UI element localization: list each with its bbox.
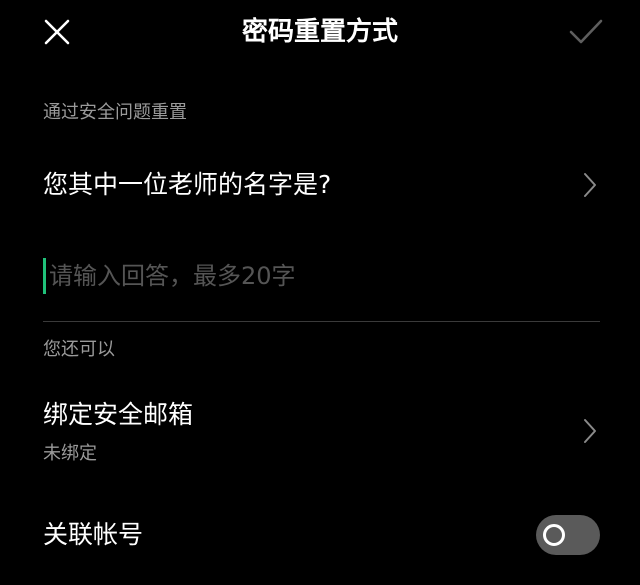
divider	[43, 321, 600, 322]
alternatives-section-label: 您还可以	[43, 339, 115, 360]
check-icon	[569, 19, 603, 44]
chevron-right-icon	[580, 416, 600, 446]
linked-account-toggle[interactable]	[536, 515, 600, 555]
answer-field[interactable]	[43, 252, 600, 300]
linked-account-title: 关联帐号	[43, 520, 144, 549]
bind-email-row[interactable]: 绑定安全邮箱 未绑定	[0, 392, 640, 472]
answer-input[interactable]	[49, 252, 589, 300]
confirm-button[interactable]	[566, 12, 606, 52]
security-question-row[interactable]: 您其中一位老师的名字是?	[0, 160, 640, 210]
bind-email-status: 未绑定	[43, 443, 97, 464]
chevron-right-icon	[580, 170, 600, 200]
header: 密码重置方式	[0, 0, 640, 66]
bind-email-title: 绑定安全邮箱	[43, 400, 194, 429]
security-question-text: 您其中一位老师的名字是?	[43, 170, 332, 199]
security-question-section-label: 通过安全问题重置	[43, 102, 187, 123]
page-title: 密码重置方式	[241, 17, 398, 47]
toggle-knob	[543, 524, 565, 546]
text-caret	[43, 258, 46, 294]
